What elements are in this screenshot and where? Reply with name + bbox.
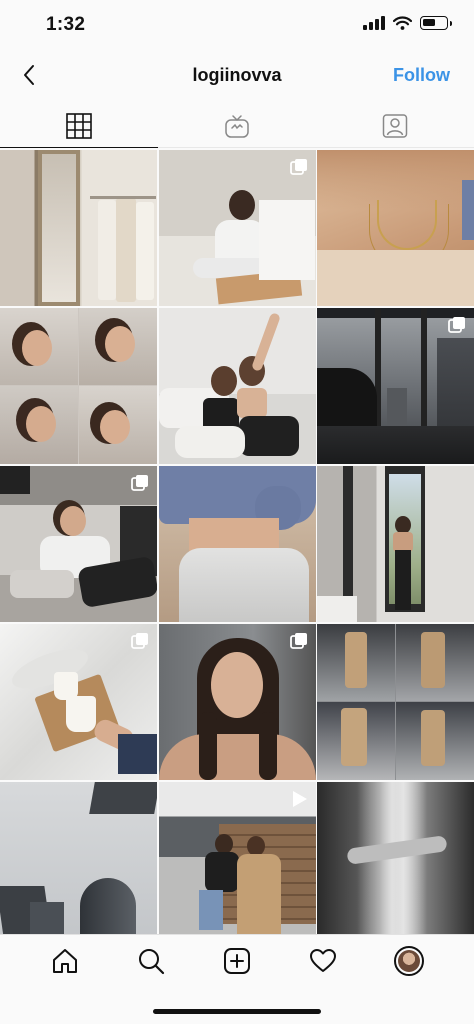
multiple-posts-icon (131, 633, 148, 649)
status-time: 1:32 (46, 14, 86, 35)
bottom-nav (0, 934, 474, 1024)
heart-icon (310, 949, 336, 972)
multiple-posts-icon (289, 633, 307, 649)
profile-header: logiinovva Follow (0, 50, 474, 100)
multiple-posts-icon (131, 475, 148, 491)
multiple-posts-icon (448, 317, 465, 333)
post-thumbnail[interactable] (158, 150, 316, 306)
post-thumbnail[interactable] (317, 308, 474, 464)
tv-icon (225, 114, 249, 138)
home-icon (53, 949, 77, 973)
wifi-icon (393, 16, 412, 30)
post-thumbnail[interactable] (158, 782, 316, 938)
tab-igtv[interactable] (158, 104, 316, 147)
post-thumbnail[interactable] (158, 624, 316, 780)
post-thumbnail[interactable] (0, 466, 157, 622)
post-thumbnail[interactable] (0, 150, 157, 306)
multiple-posts-icon (289, 159, 307, 175)
home-indicator (153, 1009, 321, 1014)
post-thumbnail[interactable] (0, 782, 157, 938)
grid-icon (66, 112, 92, 139)
battery-level (423, 19, 435, 26)
profile-tabs (0, 104, 474, 148)
follow-button[interactable]: Follow (393, 65, 450, 86)
post-thumbnail[interactable] (317, 466, 474, 622)
status-icons (363, 16, 452, 30)
tab-grid[interactable] (0, 104, 158, 148)
post-thumbnail[interactable] (317, 150, 474, 306)
search-icon (139, 949, 165, 975)
person-tag-icon (382, 113, 408, 138)
post-thumbnail[interactable] (317, 624, 474, 780)
post-thumbnail[interactable] (317, 782, 474, 938)
post-thumbnail[interactable] (0, 624, 157, 780)
status-bar: 1:32 (0, 0, 474, 50)
nav-new-post[interactable] (215, 939, 259, 983)
nav-home[interactable] (43, 939, 87, 983)
nav-activity[interactable] (301, 939, 345, 983)
post-thumbnail[interactable] (158, 308, 316, 464)
tab-tagged[interactable] (316, 104, 474, 147)
nav-search[interactable] (129, 939, 173, 983)
signal-icon (363, 16, 385, 30)
nav-profile[interactable] (387, 939, 431, 983)
battery-icon (420, 16, 452, 30)
avatar (394, 946, 424, 976)
post-grid (0, 150, 474, 938)
post-thumbnail[interactable] (158, 466, 316, 622)
post-thumbnail[interactable] (0, 308, 157, 464)
plus-square-icon (224, 948, 250, 974)
video-icon (292, 791, 307, 807)
